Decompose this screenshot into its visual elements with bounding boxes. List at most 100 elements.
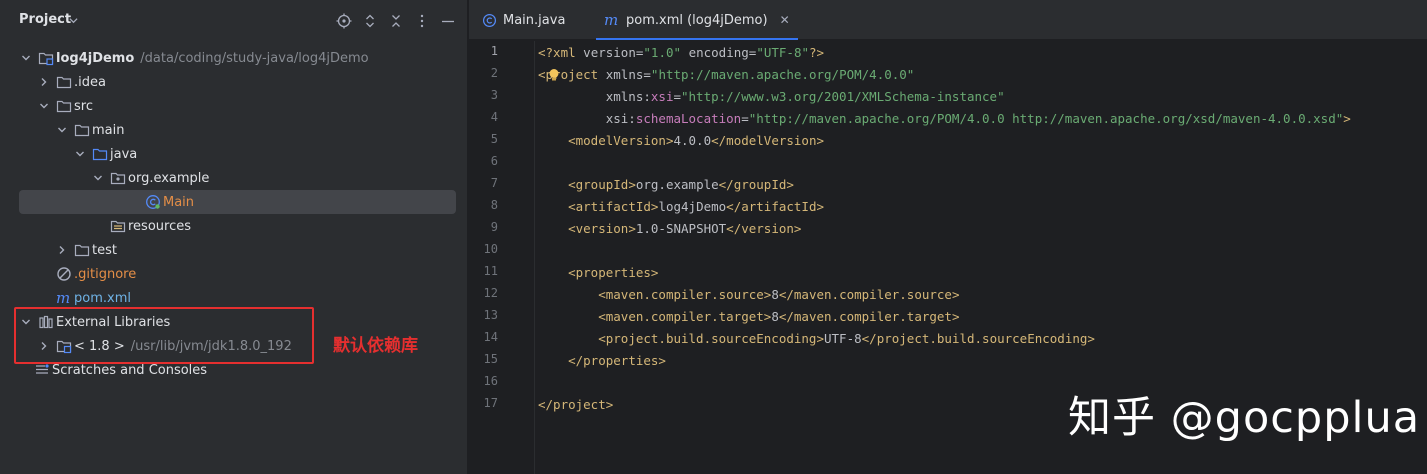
tree-item-label: test xyxy=(92,242,117,258)
tree-item-label: pom.xml xyxy=(74,290,131,306)
scratches-icon xyxy=(34,362,50,378)
source-folder-icon xyxy=(92,146,108,162)
tree-item-idea[interactable]: .idea xyxy=(0,70,468,94)
tab-pom-xml[interactable]: m pom.xml (log4jDemo) ✕ xyxy=(596,0,798,40)
code-line[interactable]: </project> xyxy=(538,394,613,416)
line-number: 3 xyxy=(490,88,498,102)
code-line[interactable]: <project.build.sourceEncoding>UTF-8</pro… xyxy=(538,328,1095,350)
tree-item-label: main xyxy=(92,122,125,138)
chevron-down-icon[interactable] xyxy=(69,16,78,25)
chevron-down-icon[interactable] xyxy=(56,124,68,136)
line-number: 17 xyxy=(483,396,498,410)
svg-text:m: m xyxy=(56,290,70,306)
tree-item-test[interactable]: test xyxy=(0,238,468,262)
svg-text:m: m xyxy=(604,12,618,28)
line-number: 6 xyxy=(490,154,498,168)
tree-item-gitignore[interactable]: .gitignore xyxy=(0,262,468,286)
tree-item-label: .gitignore xyxy=(74,266,137,282)
intention-bulb-icon[interactable] xyxy=(547,68,561,82)
folder-icon xyxy=(74,122,90,138)
code-line[interactable]: <modelVersion>4.0.0</modelVersion> xyxy=(538,130,824,152)
code-line[interactable]: <groupId>org.example</groupId> xyxy=(538,174,794,196)
tree-item-label: resources xyxy=(128,218,192,234)
expand-all-icon[interactable] xyxy=(361,12,378,29)
chevron-down-icon[interactable] xyxy=(74,148,86,160)
tree-item-label: org.example xyxy=(128,170,210,186)
chevron-down-icon[interactable] xyxy=(20,52,32,64)
annotation-label: 默认依赖库 xyxy=(333,336,418,356)
code-line[interactable]: <maven.compiler.source>8</maven.compiler… xyxy=(538,284,959,306)
code-line[interactable]: <properties> xyxy=(538,262,658,284)
class-icon xyxy=(481,12,497,28)
line-number: 16 xyxy=(483,374,498,388)
folder-icon xyxy=(56,74,72,90)
tree-item-resources[interactable]: resources xyxy=(0,214,468,238)
line-number: 12 xyxy=(483,286,498,300)
tree-item-src[interactable]: src xyxy=(0,94,468,118)
chevron-right-icon[interactable] xyxy=(38,76,50,88)
editor-tab-bar: Main.java m pom.xml (log4jDemo) ✕ xyxy=(469,0,1427,40)
folder-icon xyxy=(74,242,90,258)
tree-item-label: Main xyxy=(163,194,195,210)
code-line[interactable]: xsi:schemaLocation="http://maven.apache.… xyxy=(538,108,1351,130)
code-line[interactable]: <maven.compiler.target>8</maven.compiler… xyxy=(538,306,959,328)
tree-item-log4jdemo[interactable]: log4jDemo /data/coding/study-java/log4jD… xyxy=(0,46,468,70)
more-options-icon[interactable] xyxy=(413,12,430,29)
line-number: 5 xyxy=(490,132,498,146)
minimize-icon[interactable] xyxy=(439,12,456,29)
maven-icon: m xyxy=(56,290,72,306)
project-panel-header: Project xyxy=(0,0,468,42)
code-line[interactable]: <?xml version="1.0" encoding="UTF-8"?> xyxy=(538,42,824,64)
project-view-selector[interactable]: Project xyxy=(19,12,71,27)
maven-icon: m xyxy=(604,12,620,28)
watermark: 知乎 @gocpplua xyxy=(1068,393,1421,443)
tree-item-label: src xyxy=(74,98,93,114)
tree-item-label: .idea xyxy=(74,74,106,90)
tree-item-label: java xyxy=(110,146,138,162)
package-icon xyxy=(110,170,126,186)
line-number: 13 xyxy=(483,308,498,322)
tree-item-path: /data/coding/study-java/log4jDemo xyxy=(140,50,369,66)
line-number: 15 xyxy=(483,352,498,366)
collapse-all-icon[interactable] xyxy=(387,12,404,29)
tab-main-java[interactable]: Main.java xyxy=(481,0,565,40)
ignore-file-icon xyxy=(56,266,72,282)
tree-item-java[interactable]: java xyxy=(0,142,468,166)
resources-folder-icon xyxy=(110,218,126,234)
line-number: 7 xyxy=(490,176,498,190)
tab-label: Main.java xyxy=(503,12,566,28)
class-icon xyxy=(145,194,161,210)
line-number-gutter: 1 2 3 4 5 6 7 8 9 10 11 12 13 14 15 16 1… xyxy=(469,41,535,474)
code-line[interactable]: <project xmlns="http://maven.apache.org/… xyxy=(538,64,914,86)
tab-label: pom.xml (log4jDemo) xyxy=(626,12,768,28)
chevron-down-icon[interactable] xyxy=(92,172,104,184)
tree-item-label: Scratches and Consoles xyxy=(52,362,208,378)
locate-icon[interactable] xyxy=(335,12,352,29)
chevron-right-icon[interactable] xyxy=(56,244,68,256)
code-line[interactable]: <version>1.0-SNAPSHOT</version> xyxy=(538,218,801,240)
tree-item-main[interactable]: main xyxy=(0,118,468,142)
line-number: 10 xyxy=(483,242,498,256)
line-number: 9 xyxy=(490,220,498,234)
line-number: 14 xyxy=(483,330,498,344)
folder-icon xyxy=(56,98,72,114)
line-number: 2 xyxy=(490,66,498,80)
chevron-down-icon[interactable] xyxy=(38,100,50,112)
line-number: 4 xyxy=(490,110,498,124)
line-number: 11 xyxy=(483,264,498,278)
tree-item-main-class[interactable]: Main xyxy=(19,190,456,214)
line-number: 8 xyxy=(490,198,498,212)
module-folder-icon xyxy=(38,50,54,66)
tree-item-label: log4jDemo xyxy=(56,50,135,66)
tree-item-org-example[interactable]: org.example xyxy=(0,166,468,190)
close-icon[interactable]: ✕ xyxy=(780,13,790,27)
line-number: 1 xyxy=(490,44,498,58)
code-line[interactable]: xmlns:xsi="http://www.w3.org/2001/XMLSch… xyxy=(538,86,1005,108)
project-tool-window: Project log4jDemo /data/coding/study-jav… xyxy=(0,0,468,474)
code-line[interactable]: <artifactId>log4jDemo</artifactId> xyxy=(538,196,824,218)
code-line[interactable]: </properties> xyxy=(538,350,666,372)
